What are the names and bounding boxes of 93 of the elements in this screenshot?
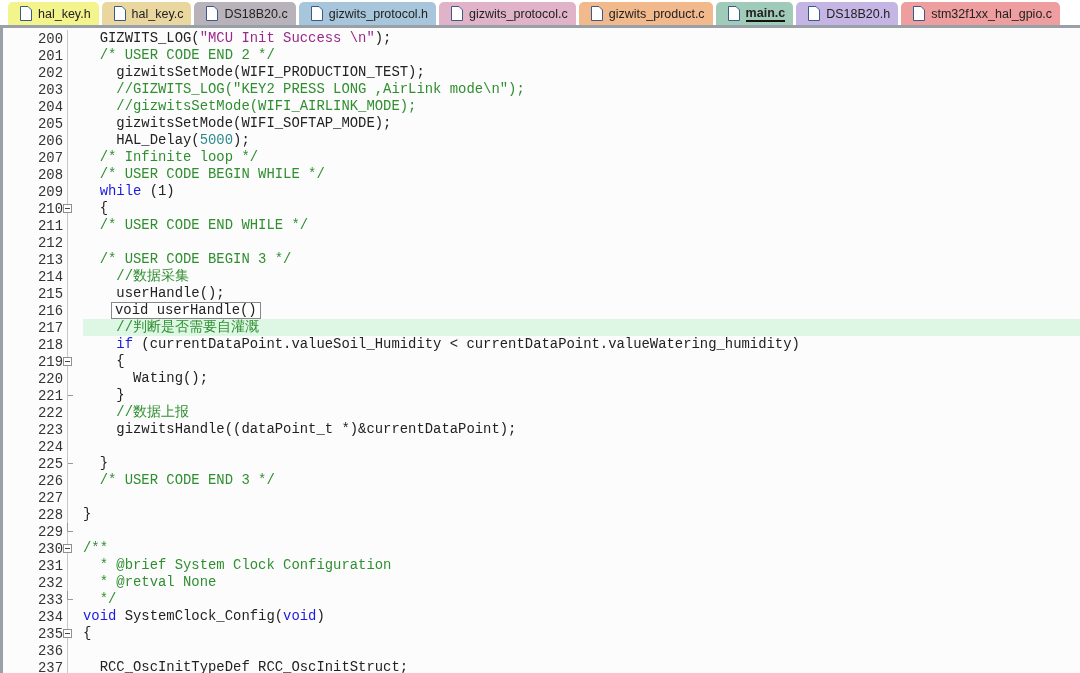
code-line: Wating(); <box>132 370 209 387</box>
line-number: 203 <box>37 81 63 98</box>
code-line: void SystemClock_Config(void) <box>83 608 325 625</box>
line-number: 214 <box>37 268 63 285</box>
code-line: /* USER CODE END 2 */ <box>98 47 275 64</box>
line-number: 207 <box>37 149 63 166</box>
code-line: if (currentDataPoint.valueSoil_Humidity < currentDataPoint.valueWatering_humidity) <box>115 336 800 353</box>
line-number: 231 <box>37 557 63 574</box>
code-line: /* Infinite loop */ <box>98 149 259 166</box>
line-number: 201 <box>37 47 63 64</box>
code-line: gizwitsHandle((dataPoint_t *)&currentDataPoint); <box>115 421 517 438</box>
code-line: //GIZWITS_LOG("KEY2 PRESS LONG ,AirLink mode\n"); <box>115 81 525 98</box>
line-number: 236 <box>37 642 63 659</box>
document-icon <box>20 6 32 21</box>
code-line: * @retval None <box>98 574 217 591</box>
code-line: /** <box>83 540 108 557</box>
code-line: /* USER CODE END 3 */ <box>98 472 275 489</box>
document-icon <box>808 6 821 21</box>
code-line: /* USER CODE BEGIN 3 */ <box>98 251 292 268</box>
file-tab[interactable]: gizwits_protocol.h <box>298 2 437 25</box>
file-tab[interactable]: main.c <box>715 2 794 25</box>
code-line: userHandle(); <box>115 285 225 302</box>
fold-collapse-icon[interactable] <box>63 629 72 638</box>
code-line: { <box>115 353 125 370</box>
line-number: 219 <box>37 353 63 370</box>
file-tab[interactable]: gizwits_protocol.c <box>439 2 576 25</box>
document-icon <box>310 6 323 21</box>
fold-collapse-icon[interactable] <box>63 544 72 553</box>
document-icon <box>113 6 126 21</box>
fold-collapse-icon[interactable] <box>63 357 72 366</box>
code-line: //数据采集 <box>115 268 189 285</box>
file-tab[interactable]: hal_key.h <box>8 2 99 25</box>
code-line: } <box>115 387 125 404</box>
file-tab[interactable]: hal_key.c <box>101 2 192 25</box>
line-number: 220 <box>37 370 63 387</box>
code-line: gizwitsSetMode(WIFI_SOFTAP_MODE); <box>115 115 392 132</box>
code-line: { <box>83 625 92 642</box>
line-number: 208 <box>37 166 63 183</box>
line-number: 212 <box>37 234 63 251</box>
code-line: //gizwitsSetMode(WIFI_AIRLINK_MODE); <box>115 98 417 115</box>
line-number: 206 <box>37 132 63 149</box>
line-number: 224 <box>37 438 63 455</box>
line-number: 216 <box>37 302 63 319</box>
code-line: GIZWITS_LOG("MCU Init Success \n"); <box>98 30 392 47</box>
line-number: 221 <box>37 387 63 404</box>
line-number: 234 <box>37 608 63 625</box>
code-line: /* USER CODE BEGIN WHILE */ <box>98 166 325 183</box>
function-tooltip: void userHandle() <box>111 302 261 319</box>
line-number: 218 <box>37 336 63 353</box>
line-number: 213 <box>37 251 63 268</box>
document-icon <box>913 6 926 21</box>
code-line: /* USER CODE END WHILE */ <box>98 217 309 234</box>
code-line: //数据上报 <box>115 404 189 421</box>
line-number: 204 <box>37 98 63 115</box>
code-line: */ <box>98 591 117 608</box>
fold-collapse-icon[interactable] <box>63 204 72 213</box>
line-number: 210 <box>37 200 63 217</box>
file-tab[interactable]: gizwits_product.c <box>578 2 713 25</box>
code-line: while (1) <box>98 183 175 200</box>
document-icon <box>451 6 464 21</box>
line-number: 205 <box>37 115 63 132</box>
code-line: HAL_Delay(5000); <box>115 132 250 149</box>
line-number: 215 <box>37 285 63 302</box>
line-number: 227 <box>37 489 63 506</box>
code-line: } <box>98 455 108 472</box>
line-number: 202 <box>37 64 63 81</box>
code-line: { <box>98 200 108 217</box>
file-tab[interactable]: DS18B20.h <box>796 2 899 25</box>
line-number: 230 <box>37 540 63 557</box>
line-number: 237 <box>37 659 63 673</box>
line-number: 228 <box>37 506 63 523</box>
file-tab[interactable]: stm32f1xx_hal_gpio.c <box>901 2 1061 25</box>
line-number: 229 <box>37 523 63 540</box>
code-line: } <box>83 506 92 523</box>
line-number: 235 <box>37 625 63 642</box>
line-number: 223 <box>37 421 63 438</box>
line-number: 222 <box>37 404 63 421</box>
document-icon <box>727 6 740 21</box>
code-line: * @brief System Clock Configuration <box>98 557 392 574</box>
line-number: 200 <box>37 30 63 47</box>
code-line: //判断是否需要自灌溉 <box>115 319 259 336</box>
code-line: gizwitsSetMode(WIFI_PRODUCTION_TEST); <box>115 64 425 81</box>
line-number: 225 <box>37 455 63 472</box>
line-number: 209 <box>37 183 63 200</box>
line-number: 226 <box>37 472 63 489</box>
document-icon <box>590 6 603 21</box>
line-number: 232 <box>37 574 63 591</box>
document-icon <box>206 6 219 21</box>
line-number: 233 <box>37 591 63 608</box>
line-number: 211 <box>37 217 63 234</box>
file-tab[interactable]: DS18B20.c <box>194 2 296 25</box>
line-number: 217 <box>37 319 63 336</box>
code-line: RCC_OscInitTypeDef RCC_OscInitStruct; <box>98 659 409 673</box>
